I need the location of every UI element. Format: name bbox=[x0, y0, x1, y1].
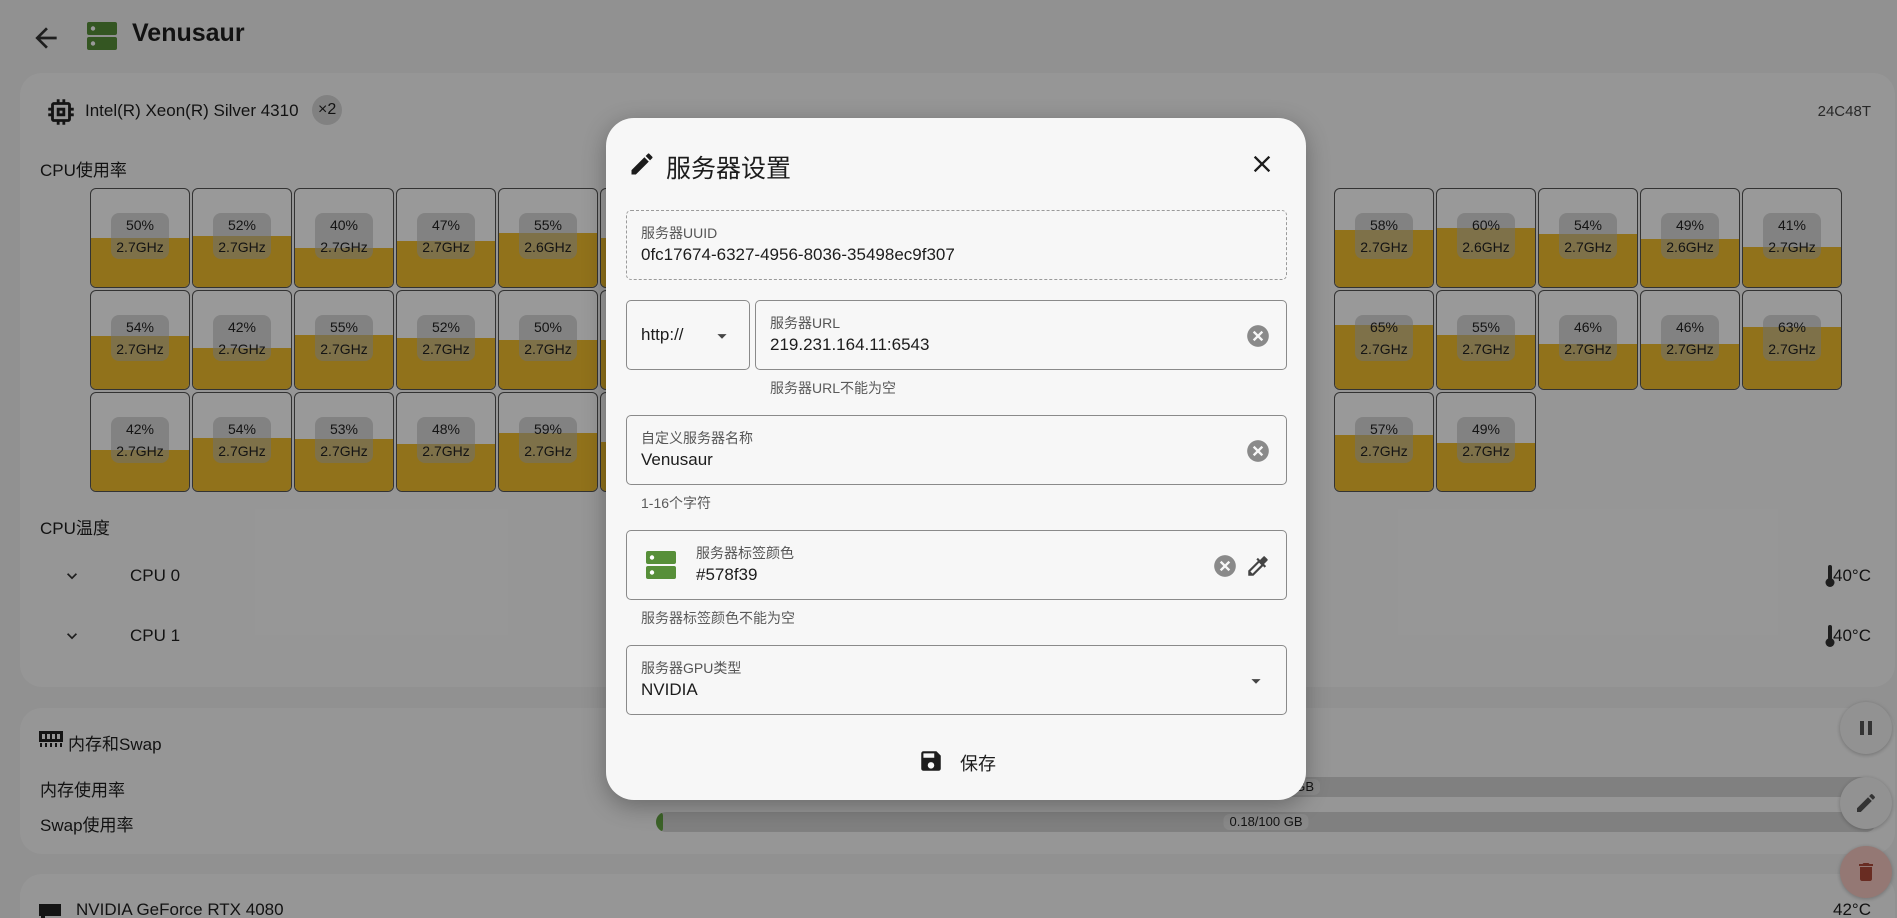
server-uuid-value: 0fc17674-6327-4956-8036-35498ec9f307 bbox=[641, 245, 955, 264]
server-url-input[interactable]: 服务器URL 219.231.164.11:6543 bbox=[755, 300, 1287, 370]
protocol-value: http:// bbox=[641, 325, 684, 344]
dialog-title: 服务器设置 bbox=[666, 155, 792, 183]
tag-color-label: 服务器标签颜色 bbox=[696, 545, 794, 561]
server-uuid-field: 服务器UUID 0fc17674-6327-4956-8036-35498ec9… bbox=[626, 210, 1287, 280]
clear-icon[interactable] bbox=[1212, 553, 1238, 579]
server-name-helper: 1-16个字符 bbox=[641, 495, 712, 511]
server-url-helper: 服务器URL不能为空 bbox=[770, 380, 897, 396]
server-uuid-label: 服务器UUID bbox=[641, 225, 718, 241]
clear-icon[interactable] bbox=[1245, 438, 1271, 464]
clear-icon[interactable] bbox=[1245, 323, 1271, 349]
server-settings-dialog: 服务器设置 服务器UUID 0fc17674-6327-4956-8036-35… bbox=[606, 118, 1306, 800]
close-icon[interactable] bbox=[1248, 150, 1276, 178]
save-icon bbox=[921, 751, 941, 771]
gpu-type-value: NVIDIA bbox=[641, 680, 698, 699]
color-picker-icon[interactable] bbox=[1245, 553, 1271, 579]
server-url-label: 服务器URL bbox=[770, 315, 841, 331]
server-url-value[interactable]: 219.231.164.11:6543 bbox=[770, 335, 929, 355]
edit-icon bbox=[631, 153, 653, 175]
server-name-label: 自定义服务器名称 bbox=[641, 430, 753, 446]
dropdown-arrow-icon bbox=[1251, 679, 1261, 684]
server-name-input[interactable]: 自定义服务器名称 Venusaur bbox=[626, 415, 1287, 485]
gpu-type-select[interactable]: 服务器GPU类型 NVIDIA bbox=[626, 645, 1287, 715]
gpu-type-label: 服务器GPU类型 bbox=[641, 660, 742, 676]
tag-color-value[interactable]: #578f39 bbox=[696, 565, 757, 585]
dropdown-arrow-icon bbox=[717, 334, 727, 339]
protocol-select[interactable]: http:// bbox=[626, 300, 750, 370]
tag-color-helper: 服务器标签颜色不能为空 bbox=[641, 610, 795, 626]
tag-color-input[interactable]: 服务器标签颜色 #578f39 bbox=[626, 530, 1287, 600]
server-icon bbox=[646, 551, 676, 579]
save-button[interactable]: 保存 bbox=[918, 740, 1022, 780]
save-label: 保存 bbox=[960, 754, 996, 774]
server-name-value[interactable]: Venusaur bbox=[641, 450, 713, 470]
